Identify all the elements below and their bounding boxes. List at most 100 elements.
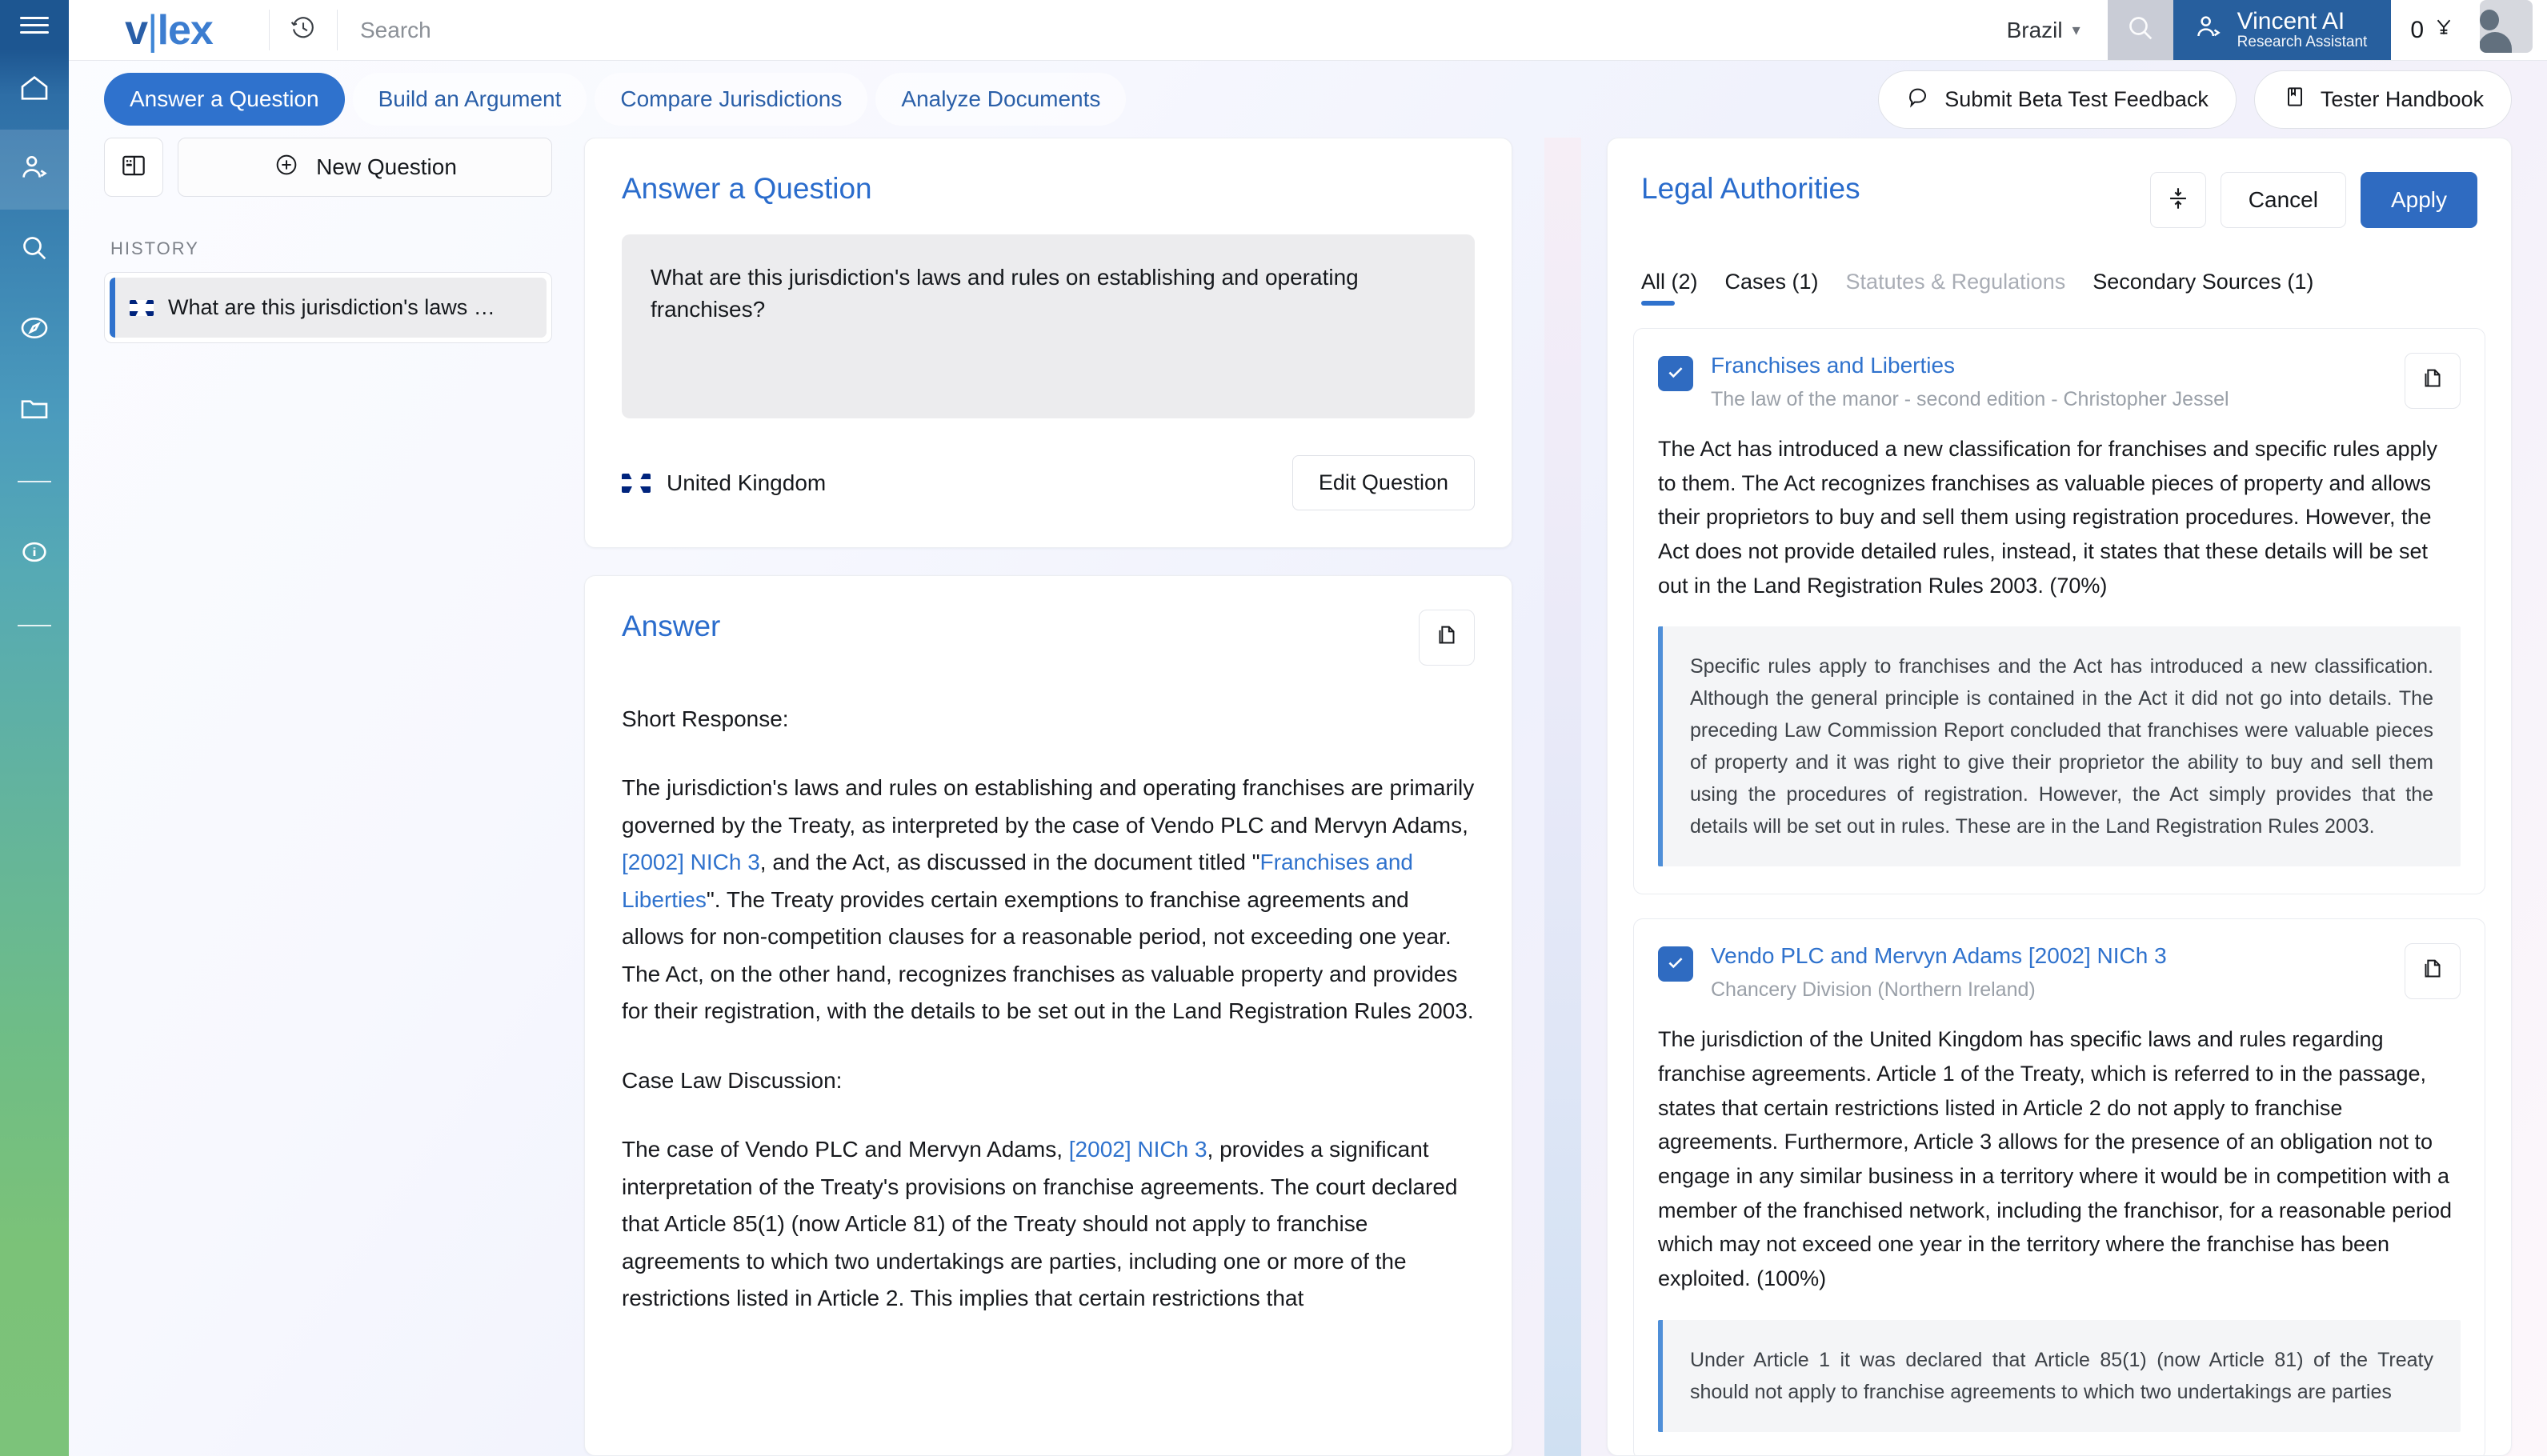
checkmark-icon	[1665, 362, 1686, 386]
copy-document-icon	[2419, 956, 2446, 987]
search-input[interactable]	[360, 18, 1980, 43]
logo-lex: lex	[158, 7, 213, 54]
rail-divider-2	[0, 594, 69, 658]
folder-icon	[18, 392, 50, 428]
collapse-all-button[interactable]	[2150, 172, 2206, 228]
logo-v: v	[125, 7, 147, 54]
authority-subtitle: The law of the manor - second edition - …	[1711, 388, 2387, 411]
legal-authorities-column: Legal Authorities Cancel Apply	[1607, 138, 2547, 1456]
jurisdiction-label: Brazil	[2007, 18, 2063, 43]
book-icon	[2282, 84, 2308, 115]
app-shell: v|lex Brazil ▾	[69, 0, 2547, 1456]
vlex-logo[interactable]: v|lex	[69, 0, 269, 60]
authority-summary: The jurisdiction of the United Kingdom h…	[1658, 1022, 2461, 1295]
question-jurisdiction-label: United Kingdom	[667, 470, 826, 496]
answer-body: Short Response: The jurisdiction's laws …	[622, 701, 1475, 1318]
copy-authority-button[interactable]	[2405, 353, 2461, 409]
tab-answer-a-question[interactable]: Answer a Question	[104, 73, 345, 126]
application-window: v|lex Brazil ▾	[0, 0, 2547, 1456]
answer-card-header: Answer	[622, 610, 1475, 666]
credits-indicator[interactable]: 0	[2391, 0, 2475, 60]
history-list-item[interactable]: What are this jurisdiction's laws …	[104, 272, 552, 343]
tab-build-an-argument[interactable]: Build an Argument	[353, 73, 587, 126]
copy-authority-button[interactable]	[2405, 943, 2461, 999]
tester-handbook-button[interactable]: Tester Handbook	[2254, 70, 2512, 129]
question-card-footer: United Kingdom Edit Question	[622, 455, 1475, 510]
clock-history-icon	[289, 14, 318, 46]
panel-layout-icon	[118, 150, 149, 185]
authority-summary: The Act has introduced a new classificat…	[1658, 432, 2461, 602]
global-search-field[interactable]	[338, 0, 1980, 60]
toggle-sidebar-button[interactable]	[104, 138, 163, 197]
vincent-ai-icon	[18, 152, 50, 188]
tab-statutes-regulations[interactable]: Statutes & Regulations	[1846, 270, 2066, 306]
user-avatar[interactable]	[2480, 0, 2533, 53]
home-icon	[18, 72, 50, 108]
history-sidebar: New Question HISTORY What are this juris…	[104, 138, 584, 1456]
question-card-title: Answer a Question	[622, 172, 1475, 206]
rail-item-explore[interactable]	[0, 290, 69, 370]
assistant-name: Vincent AI	[2237, 9, 2368, 34]
legal-authorities-header: Legal Authorities Cancel Apply	[1608, 138, 2511, 228]
tab-all[interactable]: All (2)	[1641, 270, 1698, 306]
citation-link-nich3-1[interactable]: [2002] NICh 3	[622, 850, 760, 874]
assistant-role: Research Assistant	[2237, 34, 2368, 51]
rail-item-info[interactable]	[0, 514, 69, 594]
legal-authorities-title: Legal Authorities	[1641, 172, 1860, 206]
rail-item-library[interactable]	[0, 370, 69, 450]
answer-card: Answer Short Response: The jurisdiction'…	[584, 575, 1512, 1456]
submit-beta-feedback-button[interactable]: Submit Beta Test Feedback	[1878, 70, 2237, 129]
top-header-bar: v|lex Brazil ▾	[69, 0, 2547, 61]
tab-compare-jurisdictions[interactable]: Compare Jurisdictions	[595, 73, 867, 126]
cancel-button[interactable]: Cancel	[2221, 172, 2346, 228]
new-question-button[interactable]: New Question	[178, 138, 552, 197]
authority-title[interactable]: Vendo PLC and Mervyn Adams [2002] NICh 3	[1711, 943, 2387, 969]
apply-button[interactable]: Apply	[2361, 172, 2477, 228]
plus-circle-icon	[273, 151, 300, 184]
legal-authorities-tabs: All (2) Cases (1) Statutes & Regulations…	[1608, 228, 2511, 306]
copy-document-icon	[2419, 366, 2446, 397]
credits-icon	[2432, 15, 2456, 46]
united-kingdom-flag-icon	[130, 300, 154, 316]
feature-tab-bar: Answer a Question Build an Argument Comp…	[69, 61, 2547, 138]
authority-quote: Specific rules apply to franchises and t…	[1658, 626, 2461, 866]
answer-paragraph-1: The jurisdiction's laws and rules on est…	[622, 770, 1475, 1030]
history-heading: HISTORY	[110, 238, 552, 259]
search-submit-button[interactable]	[2108, 0, 2173, 60]
search-history-button[interactable]	[270, 0, 337, 60]
authority-title-block: Franchises and Liberties The law of the …	[1711, 353, 2387, 411]
main-content-area: New Question HISTORY What are this juris…	[69, 138, 2547, 1456]
info-icon	[18, 536, 50, 572]
united-kingdom-flag-icon	[622, 474, 651, 493]
authority-card: Vendo PLC and Mervyn Adams [2002] NICh 3…	[1633, 918, 2485, 1456]
checkmark-icon	[1665, 952, 1686, 977]
search-icon	[18, 232, 50, 268]
jurisdiction-selector[interactable]: Brazil ▾	[1980, 0, 2108, 60]
avatar-head	[2480, 10, 2499, 30]
chevron-down-icon: ▾	[2072, 20, 2080, 40]
answer-run: , and the Act, as discussed in the docum…	[760, 850, 1260, 874]
rail-item-vincent-ai[interactable]	[0, 130, 69, 210]
compass-icon	[18, 312, 50, 348]
authority-title-block: Vendo PLC and Mervyn Adams [2002] NICh 3…	[1711, 943, 2387, 1002]
authority-checkbox[interactable]	[1658, 946, 1693, 982]
edit-question-button[interactable]: Edit Question	[1292, 455, 1475, 510]
tab-cases[interactable]: Cases (1)	[1725, 270, 1819, 306]
hamburger-menu-icon	[20, 12, 49, 38]
rail-item-home[interactable]	[0, 50, 69, 130]
rail-item-search[interactable]	[0, 210, 69, 290]
submit-beta-feedback-label: Submit Beta Test Feedback	[1944, 87, 2209, 112]
authority-list: Franchises and Liberties The law of the …	[1608, 306, 2511, 1456]
tab-analyze-documents[interactable]: Analyze Documents	[875, 73, 1126, 126]
tester-handbook-label: Tester Handbook	[2321, 87, 2484, 112]
vincent-ai-header-button[interactable]: Vincent AI Research Assistant	[2173, 0, 2392, 60]
hamburger-menu-button[interactable]	[0, 0, 69, 50]
answer-run: ". The Treaty provides certain exemption…	[622, 887, 1474, 1023]
authority-checkbox[interactable]	[1658, 356, 1693, 391]
authority-title[interactable]: Franchises and Liberties	[1711, 353, 2387, 378]
citation-link-nich3-2[interactable]: [2002] NICh 3	[1069, 1137, 1207, 1162]
logo-bar: |	[147, 7, 158, 54]
new-question-label: New Question	[316, 154, 457, 180]
copy-answer-button[interactable]	[1419, 610, 1475, 666]
tab-secondary-sources[interactable]: Secondary Sources (1)	[2092, 270, 2313, 306]
